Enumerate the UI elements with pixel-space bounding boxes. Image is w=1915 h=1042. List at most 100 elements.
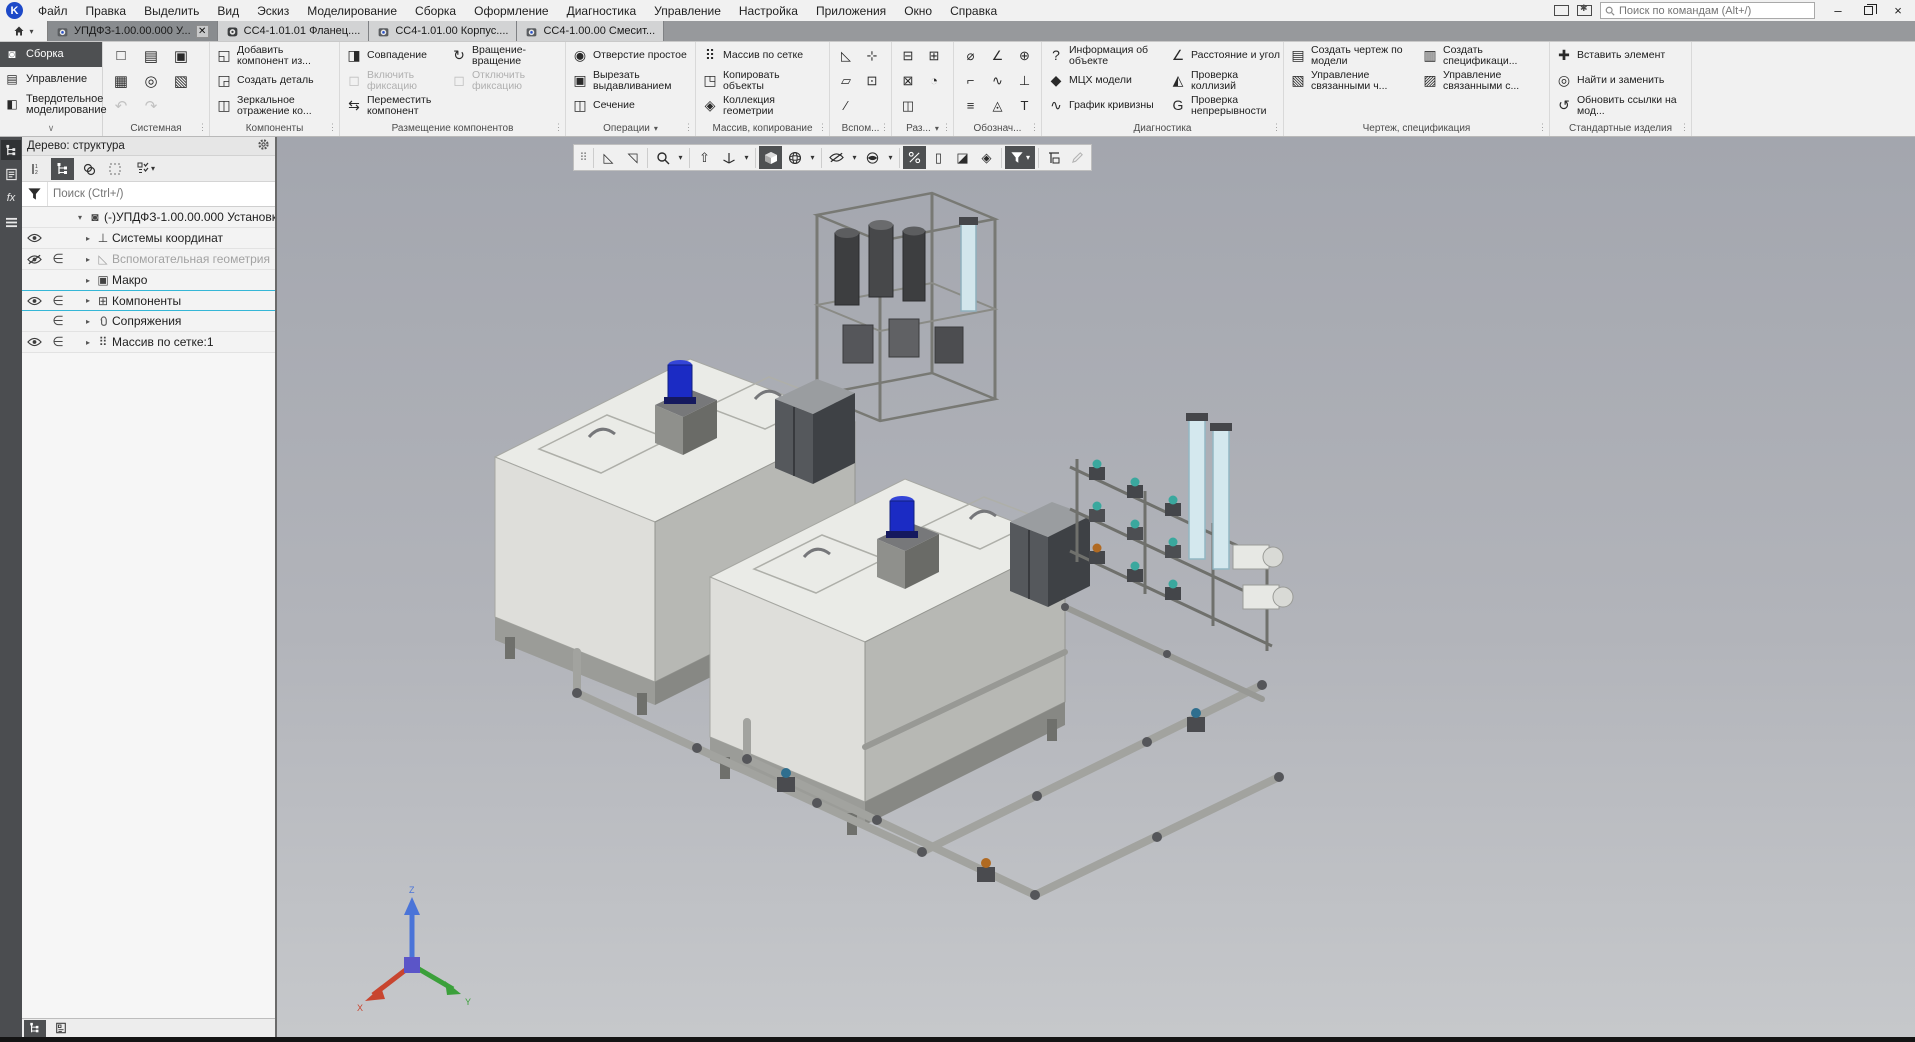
expander-icon[interactable]: ▸ bbox=[82, 317, 94, 326]
screen-settings-icon[interactable] bbox=[1577, 5, 1592, 16]
clipboard-button[interactable]: ▯ bbox=[927, 146, 950, 169]
tree-item-mates[interactable]: ∈ ▸ Сопряжения bbox=[22, 311, 275, 332]
group-grip-icon[interactable]: ⋮ bbox=[1030, 122, 1039, 133]
notation-diameter-button[interactable]: ⌀ bbox=[967, 48, 975, 64]
expander-icon[interactable]: ▸ bbox=[82, 338, 94, 347]
menu-diagnostics[interactable]: Диагностика bbox=[558, 0, 646, 21]
sketch-plane-button[interactable]: ◺ bbox=[597, 146, 620, 169]
group-grip-icon[interactable]: ⋮ bbox=[198, 122, 207, 133]
object-info-button[interactable]: ?Информация об объекте bbox=[1045, 43, 1166, 68]
pump-manifold-skid[interactable] bbox=[1070, 413, 1293, 651]
group-grip-icon[interactable]: ⋮ bbox=[880, 122, 889, 133]
tree-sequence-view-button[interactable]: 12 bbox=[25, 158, 48, 180]
dimensions-button[interactable] bbox=[1042, 146, 1065, 169]
chevron-down-icon[interactable]: ▾ bbox=[741, 146, 752, 169]
group-grip-icon[interactable]: ⋮ bbox=[684, 122, 693, 133]
notation-cone-button[interactable]: ◬ bbox=[993, 98, 1003, 114]
section-display-button[interactable] bbox=[903, 146, 926, 169]
notation-roughness-button[interactable]: ∿ bbox=[992, 73, 1003, 89]
add-component-button[interactable]: ◱Добавить компонент из... bbox=[213, 43, 335, 68]
tree-item-coordinate-systems[interactable]: ▸ ⊥ Системы координат bbox=[22, 228, 275, 249]
menu-edit[interactable]: Правка bbox=[77, 0, 136, 21]
expander-icon[interactable]: ▸ bbox=[82, 276, 94, 285]
filter-objects-button[interactable]: ▾ bbox=[1005, 146, 1035, 169]
viewport-3d[interactable]: ⠿ ◺ ◹ ▾ ⇧ ▾ bbox=[277, 137, 1915, 1037]
notation-mark-button[interactable]: ≡ bbox=[967, 98, 975, 113]
undo-button[interactable]: ↶ bbox=[115, 97, 128, 115]
view-normal-to-button[interactable]: ⇧ bbox=[693, 146, 716, 169]
group-grip-icon[interactable]: ⋮ bbox=[328, 122, 337, 133]
control-cabinet-1[interactable] bbox=[775, 379, 855, 484]
chevron-down-icon[interactable]: ▾ bbox=[675, 146, 686, 169]
tree-item-grid-array[interactable]: ∈ ▸ ⠿ Массив по сетке:1 bbox=[22, 332, 275, 353]
menu-view[interactable]: Вид bbox=[208, 0, 248, 21]
menu-assembly[interactable]: Сборка bbox=[406, 0, 465, 21]
notation-base-button[interactable]: ⊥ bbox=[1019, 73, 1030, 89]
redo-button[interactable]: ↷ bbox=[145, 97, 158, 115]
eye-icon[interactable] bbox=[22, 337, 46, 347]
manage-linked-drawings-button[interactable]: ▧Управление связанными ч... bbox=[1287, 68, 1418, 93]
ribbon-tab-solid-modeling[interactable]: ◧ Твердотельное моделирование bbox=[0, 92, 102, 117]
notation-angle-button[interactable]: ∠ bbox=[992, 48, 1004, 64]
partition-button-2[interactable]: ⊞ bbox=[929, 48, 940, 64]
mirror-component-button[interactable]: ◫Зеркальное отражение ко... bbox=[213, 93, 335, 118]
tree-tab-parameters[interactable] bbox=[50, 1020, 72, 1037]
partition-button-3[interactable]: ⊠ bbox=[903, 73, 914, 89]
chevron-down-icon[interactable]: ▾ bbox=[807, 146, 818, 169]
group-dropdown-icon[interactable]: ▾ bbox=[935, 124, 939, 133]
tree-item-root[interactable]: ▾ ◙ (-)УПДФЗ-1.00.00.000 Установка приго… bbox=[22, 207, 275, 228]
shaded-display-button[interactable] bbox=[759, 146, 782, 169]
tab-ss4-flange[interactable]: СС4-1.01.01 Фланец.... bbox=[218, 21, 370, 41]
expander-icon[interactable]: ▸ bbox=[82, 255, 94, 264]
tab-close-icon[interactable]: ✕ bbox=[196, 25, 209, 38]
tree-item-macro[interactable]: ▸ ▣ Макро bbox=[22, 270, 275, 291]
open-button[interactable]: ▤ bbox=[144, 47, 158, 65]
tree-composition-button[interactable] bbox=[77, 158, 100, 180]
chevron-down-icon[interactable]: ▾ bbox=[885, 146, 896, 169]
curvature-graph-button[interactable]: ∿График кривизны bbox=[1045, 93, 1166, 118]
aux-offset-plane-button[interactable]: ▱ bbox=[841, 73, 851, 89]
menu-management[interactable]: Управление bbox=[645, 0, 730, 21]
partition-button-5[interactable]: ◫ bbox=[902, 98, 914, 114]
new-document-button[interactable]: □ bbox=[116, 47, 125, 64]
menu-select[interactable]: Выделить bbox=[135, 0, 208, 21]
enable-fixation-button[interactable]: ◻Включить фиксацию bbox=[343, 68, 447, 93]
transfer-pumps[interactable] bbox=[1233, 545, 1293, 609]
close-button[interactable]: × bbox=[1883, 0, 1913, 21]
command-search[interactable] bbox=[1600, 2, 1815, 19]
find-replace-button[interactable]: ◎Найти и заменить bbox=[1553, 68, 1683, 93]
ribbon-tab-management[interactable]: ▤ Управление bbox=[0, 67, 102, 92]
minimize-button[interactable]: – bbox=[1823, 0, 1853, 21]
display-mode-button[interactable] bbox=[783, 146, 806, 169]
grid-array-button[interactable]: ⠿Массив по сетке bbox=[699, 43, 825, 68]
tab-updf3[interactable]: УПДФЗ-1.00.00.000 У... ✕ bbox=[48, 21, 218, 41]
gear-icon[interactable] bbox=[257, 138, 270, 154]
partition-button-1[interactable]: ⊟ bbox=[903, 48, 914, 64]
disable-fixation-button[interactable]: ◻Отключить фиксацию bbox=[448, 68, 562, 93]
toolbar-move-handle[interactable]: ⠿ bbox=[576, 151, 590, 164]
create-drawing-button[interactable]: ▤Создать чертеж по модели bbox=[1287, 43, 1418, 68]
orientation-axes-button[interactable] bbox=[717, 146, 740, 169]
tab-ss4-body[interactable]: СС4-1.01.00 Корпус.... bbox=[369, 21, 517, 41]
aux-line-button[interactable]: ∕ bbox=[845, 98, 847, 113]
equipment-rack[interactable] bbox=[817, 193, 995, 421]
group-grip-icon[interactable]: ⋮ bbox=[1538, 122, 1547, 133]
manage-linked-specs-button[interactable]: ▨Управление связанными с... bbox=[1419, 68, 1550, 93]
manifold-valves[interactable] bbox=[1089, 460, 1181, 601]
calibration-column[interactable] bbox=[959, 217, 978, 311]
menu-settings[interactable]: Настройка bbox=[730, 0, 807, 21]
menu-help[interactable]: Справка bbox=[941, 0, 1006, 21]
assembly-3d-model[interactable]: Z X Y bbox=[277, 137, 1915, 1037]
expander-icon[interactable]: ▸ bbox=[82, 234, 94, 243]
coincidence-button[interactable]: ◨Совпадение bbox=[343, 43, 447, 68]
home-tab-button[interactable]: ▾ bbox=[0, 21, 48, 41]
command-search-input[interactable] bbox=[1619, 5, 1810, 17]
mass-properties-button[interactable]: ◆МЦХ модели bbox=[1045, 68, 1166, 93]
distance-angle-button[interactable]: ∠Расстояние и угол bbox=[1167, 43, 1283, 68]
tree-filters-button[interactable]: ▾ bbox=[129, 158, 163, 180]
geometry-collection-button[interactable]: ◈ bbox=[975, 146, 998, 169]
tree-search-input[interactable] bbox=[48, 182, 275, 206]
ribbon-collapse-chevron[interactable]: ∨ bbox=[0, 120, 102, 136]
notation-datum-button[interactable]: ⊕ bbox=[1019, 48, 1030, 64]
variables-panel-button[interactable]: fx bbox=[1, 188, 21, 208]
